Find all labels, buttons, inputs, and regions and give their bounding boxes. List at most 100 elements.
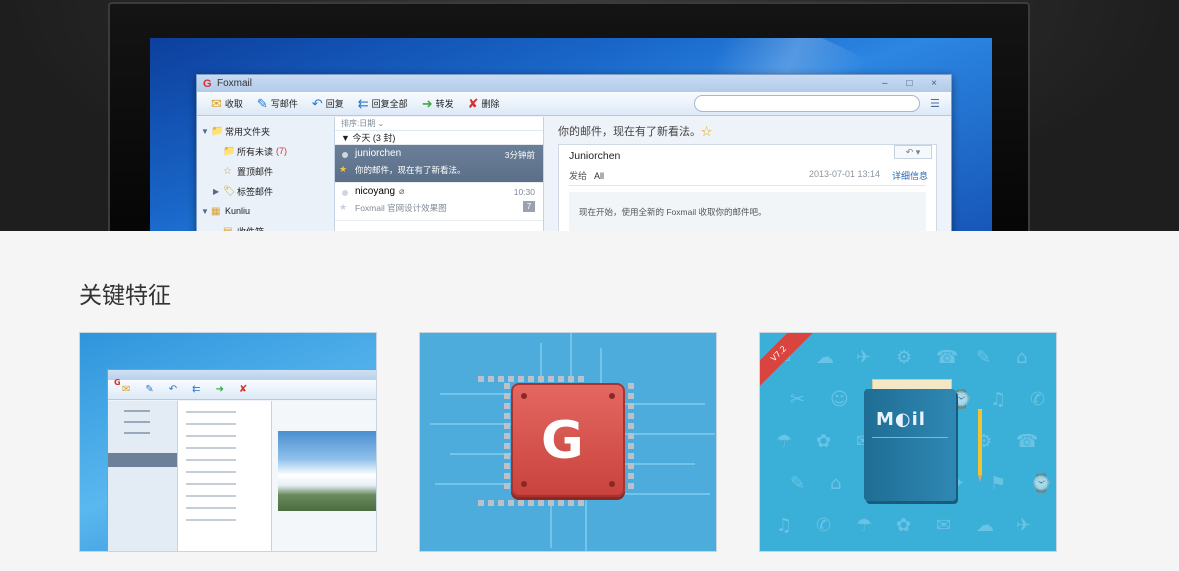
- message-body: 现在开始，使用全新的 Foxmail 收取你的邮件吧。: [569, 192, 926, 231]
- message-list: 排序:日期 ⌄ ▼ 今天 (3 封) ★ juniorchen 你的邮件，现在有了新…: [335, 117, 544, 231]
- sidebar-item[interactable]: 📁 所有未读 (7): [197, 141, 334, 161]
- inbox-icon: ✉: [122, 384, 131, 395]
- reply-all-icon: ⇇: [192, 384, 201, 395]
- mini-list: [178, 401, 272, 551]
- message-date: 2013-07-01 13:14: [808, 169, 880, 179]
- details-link[interactable]: 详细信息: [892, 169, 928, 182]
- hero-banner: G Foxmail – □ × ✉ 收取 ✎ 写邮件 ↶ 回复 ⇇ 回复全部 ➜ 转发 ✘ 删除 ☰ ▼…: [0, 0, 1179, 231]
- mail-book-icon: M◐il: [864, 389, 956, 501]
- pencil-icon: [978, 409, 982, 482]
- unread-dot-icon: [342, 152, 348, 158]
- section-title: 关键特征: [79, 283, 171, 309]
- toolbar-label: 删除: [481, 99, 500, 109]
- count-badge: 7: [523, 201, 535, 212]
- sidebar-item[interactable]: ▶ 🏷 标签邮件: [197, 181, 334, 201]
- feature-card-client-ui[interactable]: G ✉ ✎ ↶ ⇇ ➜ ✘: [79, 332, 377, 552]
- toolbar-label: 回复: [325, 99, 344, 109]
- message-row[interactable]: ★ juniorchen 你的邮件，现在有了新看法。 3分钟前: [335, 145, 543, 183]
- folder-icon: 🏷: [223, 185, 236, 197]
- reply-button-group[interactable]: ↶ ▾: [894, 145, 932, 159]
- decor-icon: ☂: [776, 431, 793, 452]
- window-controls[interactable]: – □ ×: [882, 75, 945, 92]
- message-from: nicoyang ⌀: [355, 186, 405, 197]
- foxmail-logo-icon: G: [114, 378, 121, 387]
- feature-card-mail-book[interactable]: ✉☁✈⚙☎✎⌂✂☺✦⚑⌚♫✆☂✿✉☁✈⚙☎✎⌂✂☺✦⚑⌚♫✆☂✿✉☁✈ V7.2…: [759, 332, 1057, 552]
- decor-icon: ✆: [816, 515, 832, 536]
- window-title: Foxmail: [217, 78, 253, 89]
- toolbar-button-inbox[interactable]: ✉ 收取: [211, 97, 243, 110]
- decor-icon: ☺: [830, 389, 849, 410]
- compose-icon: ✎: [256, 96, 268, 111]
- decor-icon: ⌂: [1016, 347, 1028, 368]
- decor-icon: ✿: [896, 515, 912, 536]
- sidebar-item-label: 收件箱: [237, 225, 264, 232]
- folder-icon: 📁: [223, 145, 236, 157]
- message-subject: 你的邮件，现在有了新看法。: [355, 165, 466, 175]
- mini-client-window: G ✉ ✎ ↶ ⇇ ➜ ✘: [107, 369, 376, 551]
- sort-dropdown[interactable]: 排序:日期 ⌄: [335, 117, 543, 131]
- decor-icon: ♫: [990, 389, 1007, 410]
- decor-icon: ✈: [856, 347, 872, 368]
- decor-icon: ☂: [856, 515, 873, 536]
- feature-card-chip[interactable]: G: [419, 332, 717, 552]
- chip-icon: G: [511, 383, 625, 497]
- mini-sidebar: [108, 401, 178, 551]
- star-icon[interactable]: ★: [339, 164, 347, 175]
- sidebar-item[interactable]: ▼ 📁 常用文件夹: [197, 121, 334, 141]
- reader-heading: 你的邮件，现在有了新看法。: [558, 126, 701, 138]
- folder-sidebar: ▼📁常用文件夹📁所有未读(7)☆置顶邮件▶🏷标签邮件▼▦Kunliu▤收件箱: [197, 117, 335, 231]
- folder-icon: ▤: [223, 225, 233, 232]
- message-time: 10:30: [513, 187, 535, 197]
- delete-icon: ✘: [467, 96, 479, 111]
- decor-icon: ✎: [790, 473, 806, 494]
- search-input[interactable]: [694, 95, 920, 112]
- message-row[interactable]: ★ nicoyang ⌀ Foxmail 官网设计效果图 10:30 7: [335, 183, 543, 221]
- decor-icon: ✆: [1030, 389, 1046, 410]
- decor-icon: ✎: [976, 347, 992, 368]
- decor-icon: ⚙: [896, 347, 913, 368]
- toolbar-button-forward[interactable]: ➜ 转发: [422, 97, 454, 110]
- sidebar-item[interactable]: ▼ ▦ Kunliu: [197, 201, 334, 221]
- toolbar-label: 转发: [435, 99, 454, 109]
- unread-dot-icon: [342, 190, 348, 196]
- sidebar-item-label: 置顶邮件: [237, 166, 274, 177]
- window-titlebar: G Foxmail – □ ×: [197, 75, 951, 92]
- mini-reader: [272, 401, 376, 551]
- unread-count: (7): [276, 146, 288, 156]
- forward-icon: ➜: [215, 384, 224, 395]
- client-body: ▼📁常用文件夹📁所有未读(7)☆置顶邮件▶🏷标签邮件▼▦Kunliu▤收件箱 排…: [197, 117, 951, 231]
- menu-icon[interactable]: ☰: [930, 97, 940, 110]
- toolbar-button-reply[interactable]: ↶ 回复: [312, 97, 344, 110]
- toolbar-button-compose[interactable]: ✎ 写邮件: [257, 97, 298, 110]
- compose-icon: ✎: [145, 384, 154, 395]
- sidebar-item[interactable]: ☆ 置顶邮件: [197, 161, 334, 181]
- chevron-down-icon[interactable]: ▼: [201, 127, 211, 136]
- chevron-down-icon[interactable]: ▼: [201, 207, 211, 216]
- folder-icon: ▦: [211, 205, 221, 217]
- reading-pane: 你的邮件，现在有了新看法。☆ ↶ ▾ Juniorchen 发给 All 2013…: [544, 117, 951, 231]
- decor-icon: ⚑: [990, 473, 1007, 494]
- star-icon[interactable]: ☆: [701, 126, 712, 138]
- decor-icon: ✉: [936, 515, 952, 536]
- sidebar-item[interactable]: ▤ 收件箱: [197, 221, 334, 232]
- foxmail-logo-icon: G: [203, 78, 212, 90]
- sidebar-item-label: 常用文件夹: [225, 126, 271, 137]
- chevron-right-icon[interactable]: ▶: [213, 187, 223, 196]
- decor-icon: ✂: [790, 389, 806, 410]
- sidebar-item-label: 标签邮件: [237, 186, 274, 197]
- decor-icon: ✈: [1016, 515, 1032, 536]
- reply-icon: ↶: [311, 96, 323, 111]
- star-icon[interactable]: ★: [339, 202, 347, 213]
- monitor-frame: G Foxmail – □ × ✉ 收取 ✎ 写邮件 ↶ 回复 ⇇ 回复全部 ➜ 转发 ✘ 删除 ☰ ▼…: [108, 2, 1030, 231]
- toolbar-button-reply-all[interactable]: ⇇ 回复全部: [358, 97, 408, 110]
- decor-icon: ☁: [816, 347, 834, 368]
- toolbar-button-delete[interactable]: ✘ 删除: [468, 97, 500, 110]
- decor-icon: ⌚: [1030, 473, 1053, 494]
- decor-icon: ☎: [1016, 431, 1039, 452]
- toolbar-label: 收取: [224, 99, 243, 109]
- decor-icon: ✿: [816, 431, 832, 452]
- foxmail-logo-icon: G: [541, 411, 584, 471]
- group-header[interactable]: ▼ 今天 (3 封): [335, 131, 543, 145]
- toolbar-label: 写邮件: [270, 99, 298, 109]
- toolbar-label: 回复全部: [371, 99, 408, 109]
